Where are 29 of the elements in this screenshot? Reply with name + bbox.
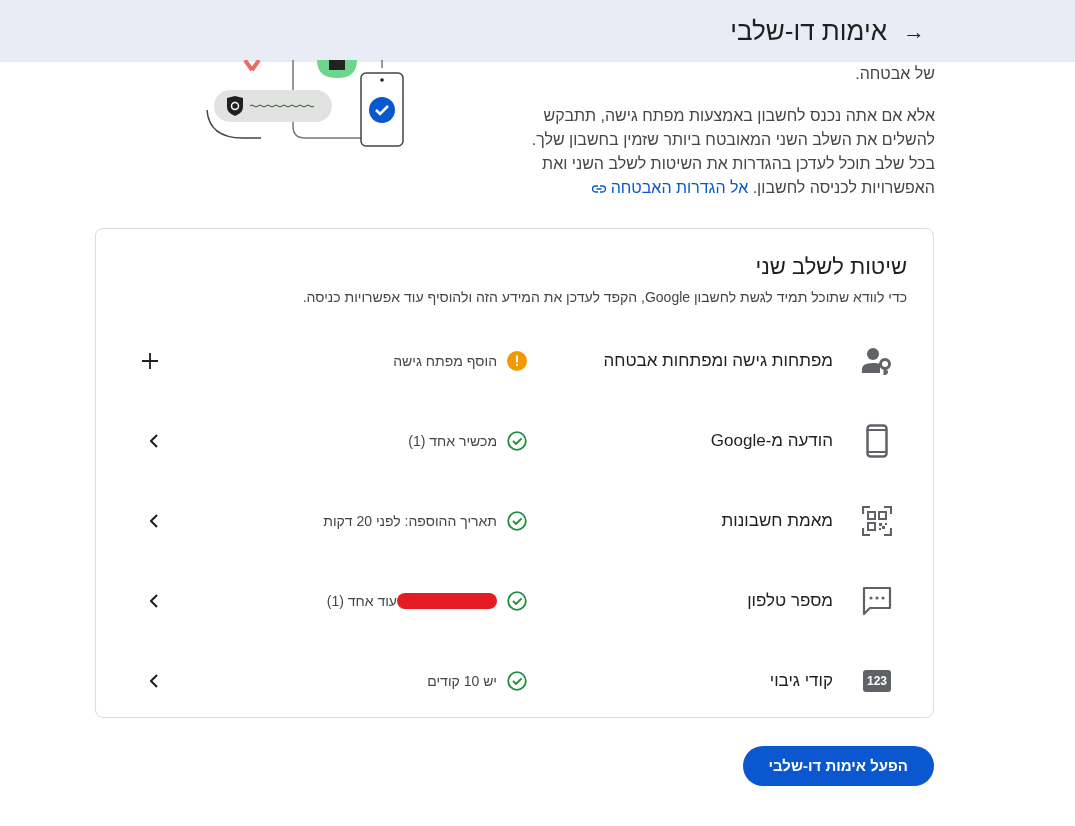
person-key-icon — [862, 347, 892, 375]
chevron-icon[interactable] — [150, 434, 158, 448]
link-icon — [592, 184, 607, 193]
phone-icon — [866, 424, 888, 458]
code-badge: 123 — [863, 670, 891, 692]
intro-paragraph: אלא אם אתה נכנס לחשבון באמצעות מפתח גישה, תתבקש להשלים את השלב השני המאובטח ביותר שזמין בחשבון שלך. בכל שלב תוכל לעדכן בהגדרות את השיטות לשלב השני ואת האפשרויות לכניסה לחשבון. אל הגדרות האבטחה — [530, 106, 935, 198]
method-label: מפתחות גישה ומפתחות אבטחה — [603, 351, 833, 371]
intro-paragraph: של אבטחה. — [854, 64, 935, 84]
status-text: הוסף מפתח גישה — [393, 351, 497, 371]
enable-button[interactable]: הפעל אימות דו-שלבי — [742, 746, 934, 786]
plus-icon[interactable] — [142, 353, 158, 369]
card-title: שיטות לשלב שני — [754, 253, 907, 281]
method-label: מאמת חשבונות — [721, 511, 833, 531]
method-label: הודעה מ-Google — [710, 431, 833, 451]
chevron-icon[interactable] — [150, 514, 158, 528]
status-text: יש 10 קודים — [427, 671, 497, 691]
chat-bubble-icon — [862, 586, 892, 616]
status-text: מכשיר אחד (1) — [408, 431, 497, 451]
chevron-icon[interactable] — [150, 594, 158, 608]
security-settings-link[interactable]: אל הגדרות האבטחה — [592, 179, 749, 196]
method-label: קודי גיבוי — [769, 671, 833, 691]
card-description: כדי לוודא שתוכל תמיד לגשת לחשבון Google, הקפד לעדכן את המידע הזה ולהוסיף עוד אפשרויות כניסה. — [301, 288, 907, 307]
status-text: תאריך ההוספה: לפני 20 דקות — [323, 511, 497, 531]
method-label: מספר טלפון — [747, 591, 833, 611]
page-title: אימות דו-שלבי — [730, 14, 887, 48]
back-arrow[interactable]: → — [903, 14, 925, 48]
qr-code-icon — [862, 506, 892, 536]
status-text: עוד אחד (1) — [326, 591, 397, 611]
chevron-icon[interactable] — [150, 674, 158, 688]
